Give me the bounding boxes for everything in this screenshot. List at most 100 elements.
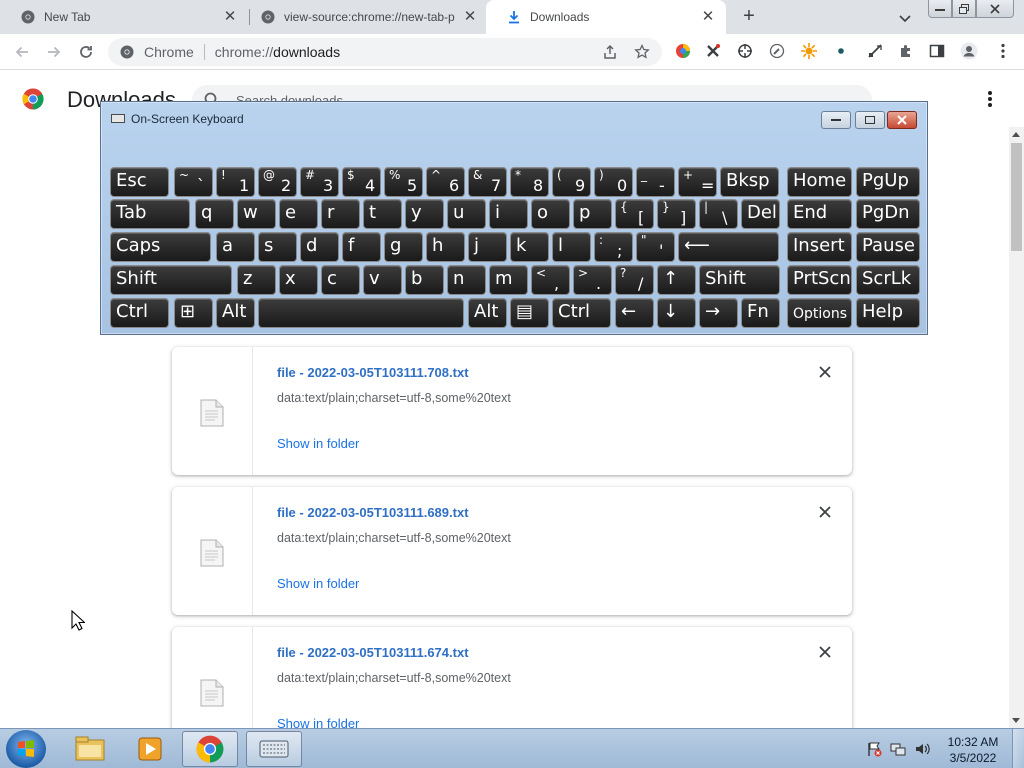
start-button[interactable]	[6, 730, 46, 768]
key-m[interactable]: m	[489, 265, 528, 295]
tab-view-source[interactable]: view-source:chrome://new-tab-p ✕	[240, 0, 488, 34]
explorer-taskbar-button[interactable]	[62, 731, 118, 767]
media-player-taskbar-button[interactable]	[122, 731, 178, 767]
osk-taskbar-button[interactable]	[246, 731, 302, 767]
key-1-2[interactable]: ! 1	[216, 167, 255, 197]
key-x[interactable]: x	[279, 265, 318, 295]
key-page-up[interactable]: PgUp	[856, 167, 920, 197]
side-panel-icon[interactable]	[928, 42, 946, 60]
key-p[interactable]: p	[573, 199, 612, 229]
key-windows[interactable]: ⊞	[174, 298, 213, 328]
key-menu[interactable]: ▤	[510, 298, 549, 328]
key--10[interactable]: ? /	[615, 265, 654, 295]
volume-icon[interactable]	[914, 741, 930, 757]
zoom-extension-icon[interactable]	[866, 42, 884, 60]
key-7-8[interactable]: & 7	[468, 167, 507, 197]
key-page-down[interactable]: PgDn	[856, 199, 920, 229]
key-2-3[interactable]: @2	[258, 167, 297, 197]
chrome-taskbar-button[interactable]	[182, 731, 238, 767]
key--11[interactable]: {[	[615, 199, 654, 229]
show-in-folder-link[interactable]: Show in folder	[277, 436, 359, 451]
key-l[interactable]: l	[552, 232, 591, 262]
close-icon[interactable]: ✕	[462, 9, 478, 25]
key--12[interactable]: }]	[657, 199, 696, 229]
show-in-folder-link[interactable]: Show in folder	[277, 576, 359, 591]
key--11[interactable]: " '	[636, 232, 675, 262]
key-r[interactable]: r	[321, 199, 360, 229]
reload-button[interactable]	[76, 42, 96, 62]
download-source-url[interactable]: data:text/plain;charset=utf-8,some%20tex…	[277, 671, 511, 685]
eyedropper-extension-icon[interactable]	[768, 42, 786, 60]
key-w[interactable]: w	[237, 199, 276, 229]
bookmark-button[interactable]	[632, 42, 652, 62]
show-desktop-button[interactable]	[1012, 729, 1024, 768]
key-q[interactable]: q	[195, 199, 234, 229]
page-scrollbar[interactable]	[1009, 127, 1024, 728]
chrome-menu-icon[interactable]	[994, 42, 1012, 60]
key--1[interactable]: ~ `	[174, 167, 213, 197]
key-n[interactable]: n	[447, 265, 486, 295]
tab-downloads[interactable]: Downloads ✕	[486, 0, 726, 34]
key-scroll-lock[interactable]: ScrLk	[856, 265, 920, 295]
key-4-5[interactable]: $4	[342, 167, 381, 197]
restore-button[interactable]	[952, 0, 976, 18]
remove-download-button[interactable]	[818, 505, 832, 519]
key-t[interactable]: t	[363, 199, 402, 229]
remove-download-button[interactable]	[818, 365, 832, 379]
download-filename-link[interactable]: file - 2022-03-05T103111.674.txt	[277, 645, 469, 660]
key-y[interactable]: y	[405, 199, 444, 229]
tab-search-button[interactable]	[896, 9, 914, 27]
key-caps-lock[interactable]: Caps	[110, 232, 211, 262]
window-close-button[interactable]	[976, 0, 1014, 18]
scroll-up-arrow-icon[interactable]	[1012, 132, 1020, 137]
new-tab-button[interactable]: +	[738, 6, 760, 28]
minimize-button[interactable]	[928, 0, 952, 18]
key--12[interactable]: _ -	[636, 167, 675, 197]
key-alt[interactable]: Alt	[468, 298, 507, 328]
more-actions-button[interactable]	[982, 89, 998, 109]
key-e[interactable]: e	[279, 199, 318, 229]
key-d[interactable]: d	[300, 232, 339, 262]
key-k[interactable]: k	[510, 232, 549, 262]
system-clock[interactable]: 10:32 AM 3/5/2022	[940, 734, 1006, 766]
key-shift[interactable]: Shift	[110, 265, 232, 295]
key-ctrl[interactable]: Ctrl	[110, 298, 169, 328]
scroll-down-arrow-icon[interactable]	[1012, 718, 1020, 723]
extensions-puzzle-icon[interactable]	[897, 42, 915, 60]
key-c[interactable]: c	[321, 265, 360, 295]
key-a[interactable]: a	[216, 232, 255, 262]
url-text[interactable]: chrome://downloads	[215, 44, 340, 60]
download-source-url[interactable]: data:text/plain;charset=utf-8,some%20tex…	[277, 531, 511, 545]
sun-extension-icon[interactable]	[800, 42, 818, 60]
profile-avatar-icon[interactable]	[960, 42, 978, 60]
key-alt[interactable]: Alt	[216, 298, 255, 328]
key-s[interactable]: s	[258, 232, 297, 262]
key-escape[interactable]: Esc	[110, 167, 169, 197]
key-5-6[interactable]: % 5	[384, 167, 423, 197]
key-9-10[interactable]: (9	[552, 167, 591, 197]
key-0-11[interactable]: ) 0	[594, 167, 633, 197]
key-z[interactable]: z	[237, 265, 276, 295]
key-o[interactable]: o	[531, 199, 570, 229]
key-i[interactable]: i	[489, 199, 528, 229]
share-button[interactable]	[600, 42, 620, 62]
key-options[interactable]: Options	[787, 298, 852, 328]
crosshair-extension-icon[interactable]	[736, 42, 754, 60]
dot-extension-icon[interactable]	[832, 42, 850, 60]
key-fn[interactable]: Fn	[741, 298, 780, 328]
key-arrow-up[interactable]: ↑	[657, 265, 696, 295]
key--8[interactable]: <,	[531, 265, 570, 295]
key-help[interactable]: Help	[856, 298, 920, 328]
address-bar[interactable]: Chrome chrome://downloads	[108, 38, 662, 66]
key-arrow-right[interactable]: →	[699, 298, 738, 328]
close-icon[interactable]: ✕	[222, 9, 238, 25]
key-tab[interactable]: Tab	[110, 199, 190, 229]
key-b[interactable]: b	[405, 265, 444, 295]
scrollbar-thumb[interactable]	[1011, 143, 1022, 251]
key-enter[interactable]: ⟵	[678, 232, 779, 262]
download-filename-link[interactable]: file - 2022-03-05T103111.708.txt	[277, 365, 469, 380]
key-delete[interactable]: Del	[741, 199, 780, 229]
key--13[interactable]: + =	[678, 167, 717, 197]
forward-button[interactable]	[44, 42, 64, 62]
key-shift[interactable]: Shift	[699, 265, 780, 295]
